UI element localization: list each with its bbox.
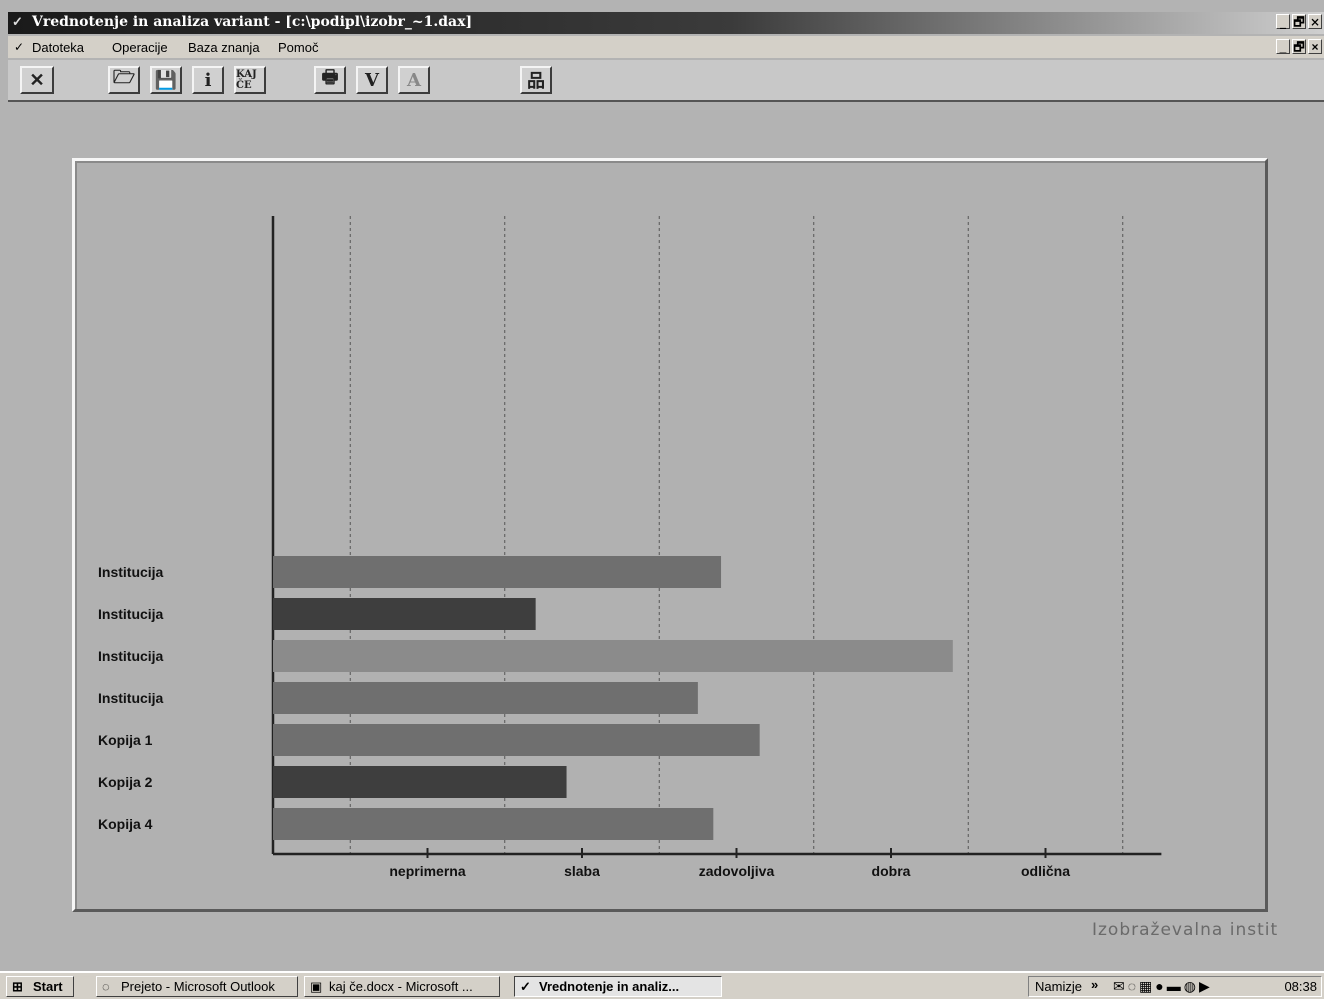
x-tick-label: odlična xyxy=(1021,863,1070,879)
open-button[interactable]: 🗁 xyxy=(108,66,140,94)
window-controls: _ 🗗 × xyxy=(1276,14,1322,29)
title-bar: ✓ Vrednotenje in analiza variant - [c:\p… xyxy=(8,12,1324,34)
kaj-ce-icon: KAJ ČE xyxy=(236,69,257,91)
menu-datoteka[interactable]: Datoteka xyxy=(32,40,84,55)
task-outlook[interactable]: ◌ Prejeto - Microsoft Outlook xyxy=(96,976,298,997)
category-label: Kopija 4 xyxy=(98,816,153,832)
a-button[interactable]: A xyxy=(398,66,430,94)
x-tick-label: dobra xyxy=(872,863,911,879)
menu-baza-znanja[interactable]: Baza znanja xyxy=(188,40,260,55)
bar xyxy=(273,766,567,798)
print-button[interactable]: 🖶 xyxy=(314,66,346,94)
x-tick-label: neprimerna xyxy=(389,863,465,879)
bar xyxy=(273,808,714,840)
windows-logo-icon: ⊞ xyxy=(12,979,23,994)
task-label: Prejeto - Microsoft Outlook xyxy=(121,979,275,994)
start-button[interactable]: ⊞ Start xyxy=(6,976,74,997)
bar xyxy=(273,640,953,672)
info-icon: i xyxy=(204,69,212,91)
bar xyxy=(273,598,536,630)
menu-bar: ✓ Datoteka Operacije Baza znanja Pomoč _… xyxy=(8,36,1324,58)
chevron-icon[interactable]: » xyxy=(1091,977,1098,992)
category-label: Institucija xyxy=(98,648,164,664)
tree-button[interactable]: 品 xyxy=(520,66,552,94)
minimize-button[interactable]: _ xyxy=(1276,14,1290,29)
v-button[interactable]: V xyxy=(356,66,388,94)
close-icon: ✕ xyxy=(29,69,45,91)
tree-icon: 品 xyxy=(527,71,545,92)
print-icon: 🖶 xyxy=(321,67,339,88)
bar-chart: neprimerna slaba zadovoljiva dobra odlična In… xyxy=(98,216,1162,879)
outlook-icon: ◌ xyxy=(102,979,110,994)
category-label: Kopija 1 xyxy=(98,732,153,748)
app-icon: ✓ xyxy=(12,15,23,30)
app-icon: ✓ xyxy=(520,979,531,994)
word-icon: ▣ xyxy=(310,979,323,994)
x-tick-label: slaba xyxy=(564,863,600,879)
category-label: Institucija xyxy=(98,606,164,622)
task-label: Vrednotenje in analiz... xyxy=(539,979,680,994)
task-label: kaj če.docx - Microsoft ... xyxy=(329,979,473,994)
save-icon: 💾 xyxy=(154,69,178,91)
close-button[interactable]: × xyxy=(1308,14,1322,29)
toolbar: ✕ 🗁 💾 i KAJ ČE 🖶 V A 品 xyxy=(8,60,1324,102)
info-button[interactable]: i xyxy=(192,66,224,94)
doc-restore-button[interactable]: 🗗 xyxy=(1292,39,1306,54)
close-doc-button[interactable]: ✕ xyxy=(20,66,54,94)
document-controls: _ 🗗 × xyxy=(1276,39,1322,54)
kaj-ce-button[interactable]: KAJ ČE xyxy=(234,66,266,94)
category-label: Kopija 2 xyxy=(98,774,153,790)
save-button[interactable]: 💾 xyxy=(150,66,182,94)
bar xyxy=(273,556,722,588)
task-word[interactable]: ▣ kaj če.docx - Microsoft ... xyxy=(304,976,500,997)
start-label: Start xyxy=(33,979,63,994)
task-vrednotenje[interactable]: ✓ Vrednotenje in analiz... xyxy=(514,976,722,997)
category-label: Institucija xyxy=(98,564,164,580)
chart-caption: Izobraževalna instit xyxy=(1092,920,1279,940)
doc-close-button[interactable]: × xyxy=(1308,39,1322,54)
menu-operacije[interactable]: Operacije xyxy=(112,40,168,55)
window-title: Vrednotenje in analiza variant - [c:\pod… xyxy=(32,14,473,30)
a-icon: A xyxy=(407,69,421,91)
tray-icons[interactable]: ✉◌▦●▬◍▶ xyxy=(1113,978,1213,995)
v-icon: V xyxy=(365,69,379,91)
chart-panel: neprimerna slaba zadovoljiva dobra odlična In… xyxy=(72,158,1268,912)
open-folder-icon: 🗁 xyxy=(112,67,136,88)
system-tray: Namizje » ✉◌▦●▬◍▶ 08:38 xyxy=(1028,976,1322,997)
bar xyxy=(273,682,698,714)
x-tick-label: zadovoljiva xyxy=(699,863,775,879)
document-icon[interactable]: ✓ xyxy=(14,40,24,54)
menu-pomoc[interactable]: Pomoč xyxy=(278,40,318,55)
taskbar: ⊞ Start ◌ Prejeto - Microsoft Outlook ▣ … xyxy=(0,971,1324,999)
desktop-toolbar-label[interactable]: Namizje xyxy=(1035,979,1082,994)
category-label: Institucija xyxy=(98,690,164,706)
doc-minimize-button[interactable]: _ xyxy=(1276,39,1290,54)
bar xyxy=(273,724,760,756)
restore-button[interactable]: 🗗 xyxy=(1292,14,1306,29)
clock: 08:38 xyxy=(1284,979,1317,994)
